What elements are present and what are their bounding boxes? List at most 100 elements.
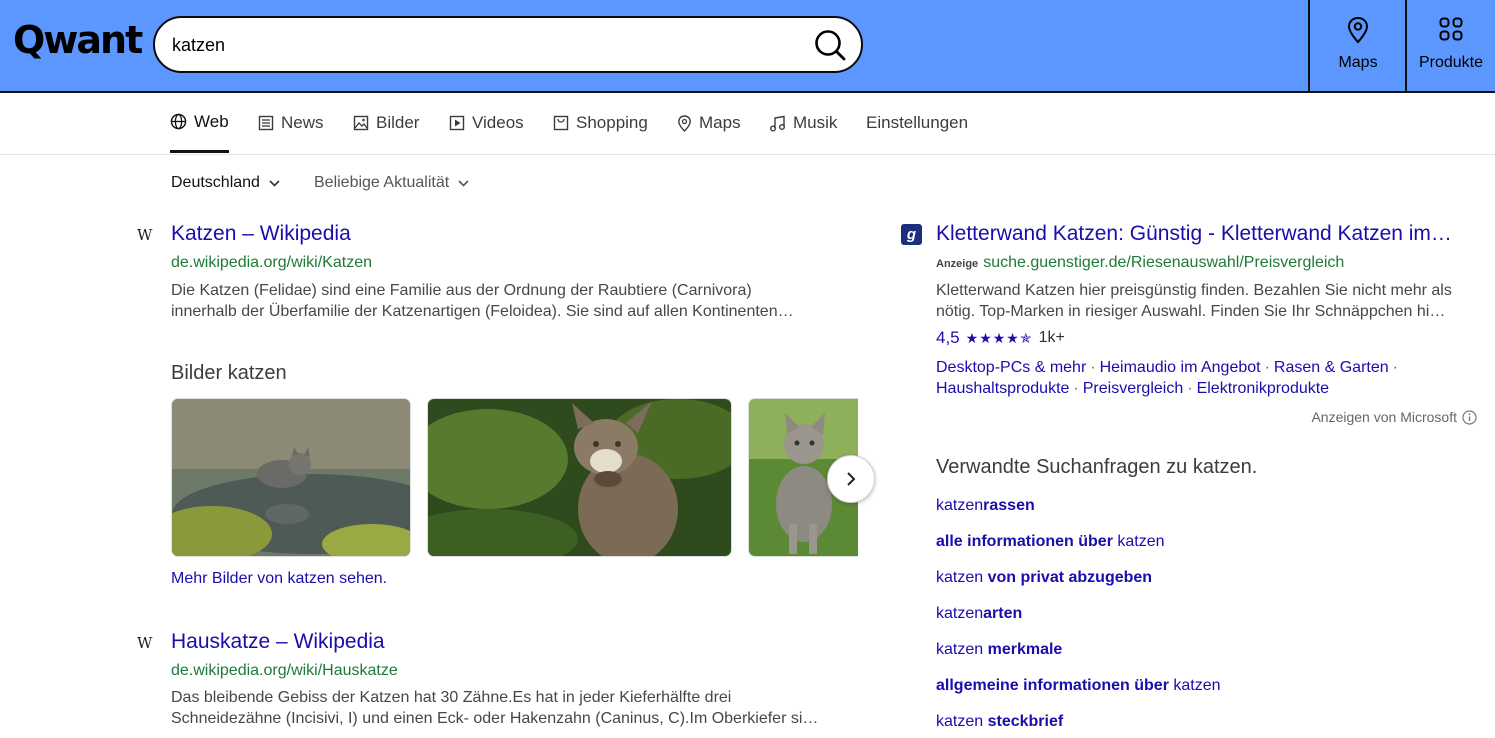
related-search-link[interactable]: katzen steckbrief — [936, 713, 1063, 731]
result-url[interactable]: de.wikipedia.org/wiki/Katzen — [171, 254, 372, 272]
search-icon — [815, 30, 846, 61]
maps-header-label: Maps — [1338, 54, 1378, 71]
images-heading: Bilder katzen — [171, 362, 287, 384]
carousel-next-button[interactable] — [827, 455, 875, 503]
related-search-link[interactable]: katzenarten — [936, 605, 1022, 623]
star-rating-icon: ★★★★✯ — [965, 329, 1033, 346]
result-snippet-line: Das bleibende Gebiss der Katzen hat 30 Z… — [171, 689, 732, 706]
ad-url-row[interactable]: Anzeige suche.guenstiger.de/Riesenauswahl… — [936, 254, 1344, 272]
wikipedia-icon: W — [137, 226, 153, 244]
related-search-link[interactable]: katzenrassen — [936, 497, 1035, 515]
advertiser-logo: g — [901, 224, 922, 245]
tab-news[interactable]: News — [258, 93, 324, 153]
tab-settings-label: Einstellungen — [866, 113, 969, 132]
ad-snippet-line: nötig. Top-Marken in riesiger Auswahl. F… — [936, 303, 1446, 320]
ad-snippet: Kletterwand Katzen hier preisgünstig fin… — [936, 280, 1491, 322]
related-search-text: katzen — [936, 497, 984, 514]
chevron-down-icon — [269, 179, 280, 187]
sitelink[interactable]: Preisvergleich — [1083, 380, 1183, 397]
search-button[interactable] — [813, 28, 847, 62]
related-search-link[interactable]: allgemeine informationen über katzen — [936, 677, 1221, 695]
tab-maps-label: Maps — [699, 113, 741, 132]
tab-maps[interactable]: Maps — [677, 93, 741, 153]
result-title[interactable]: Katzen – Wikipedia — [171, 222, 351, 246]
more-images-link[interactable]: Mehr Bilder von katzen sehen. — [171, 570, 387, 588]
ads-by-microsoft[interactable]: Anzeigen von Microsoft — [1311, 409, 1477, 425]
ad-sitelinks: Desktop-PCs & mehr · Heimaudio im Angebot ·… — [936, 359, 1398, 397]
tab-web-label: Web — [194, 111, 229, 131]
globe-icon — [170, 113, 187, 130]
related-search-text: katzen — [936, 713, 988, 730]
map-pin-icon — [1347, 16, 1369, 44]
wikipedia-icon: W — [137, 634, 153, 652]
image-thumbnail[interactable] — [427, 398, 732, 557]
related-searches-title: Verwandte Suchanfragen zu katzen. — [936, 456, 1258, 478]
image-carousel — [171, 398, 858, 558]
tab-news-label: News — [281, 113, 324, 132]
sitelink[interactable]: Heimaudio im Angebot — [1100, 359, 1261, 376]
tab-music-label: Musik — [793, 113, 838, 132]
tab-images[interactable]: Bilder — [353, 93, 419, 153]
result-snippet-line: Schneidezähne (Incisivi, I) und einen Ec… — [171, 710, 819, 727]
cat-photo-puddle — [172, 399, 410, 556]
result-title[interactable]: Hauskatze – Wikipedia — [171, 630, 385, 654]
related-search-link[interactable]: katzen von privat abzugeben — [936, 569, 1152, 587]
rating-value: 4,5 — [936, 328, 960, 347]
time-filter-label: Beliebige Aktualität — [314, 174, 450, 191]
related-search-highlight: allgemeine informationen über — [936, 677, 1169, 694]
sitelink[interactable]: Haushaltsprodukte — [936, 380, 1069, 397]
ad-rating: 4,5 ★★★★✯ 1k+ — [936, 328, 1065, 348]
tab-web[interactable]: Web — [170, 93, 229, 153]
tab-videos[interactable]: Videos — [449, 93, 524, 153]
sitelink[interactable]: Rasen & Garten — [1274, 359, 1389, 376]
related-search-text: katzen — [1112, 533, 1165, 550]
related-search-highlight: arten — [983, 605, 1023, 622]
related-search-text: katzen — [936, 569, 988, 586]
ads-by-label: Anzeigen von Microsoft — [1311, 409, 1457, 425]
related-search-text: katzen — [936, 641, 988, 658]
info-icon — [1462, 409, 1477, 425]
result-snippet: Die Katzen (Felidae) sind eine Familie a… — [171, 280, 851, 322]
products-header-label: Produkte — [1418, 54, 1484, 71]
chevron-down-icon — [458, 179, 469, 187]
map-pin-icon — [678, 114, 691, 132]
result-snippet-line: innerhalb der Überfamilie der Katzenarti… — [171, 303, 794, 320]
music-icon — [770, 115, 785, 131]
result-url[interactable]: de.wikipedia.org/wiki/Hauskatze — [171, 662, 398, 680]
ad-snippet-line: Kletterwand Katzen hier preisgünstig fin… — [936, 282, 1452, 299]
related-search-highlight: steckbrief — [987, 713, 1064, 730]
image-thumbnail[interactable] — [171, 398, 411, 557]
products-header-button[interactable]: Produkte — [1405, 0, 1495, 91]
sitelink[interactable]: Elektronikprodukte — [1197, 380, 1330, 397]
ad-url: suche.guenstiger.de/Riesenauswahl/Preisv… — [983, 254, 1345, 271]
news-icon — [258, 115, 274, 131]
tab-images-label: Bilder — [376, 113, 420, 132]
tab-shopping[interactable]: Shopping — [553, 93, 648, 153]
search-input[interactable] — [172, 30, 792, 60]
related-search-link[interactable]: katzen merkmale — [936, 641, 1062, 659]
tab-settings[interactable]: Einstellungen — [866, 93, 968, 153]
related-search-highlight: alle informationen über — [936, 533, 1113, 550]
qwant-logo[interactable]: Qwant — [13, 18, 143, 62]
search-box — [153, 16, 863, 73]
ad-title[interactable]: Kletterwand Katzen: Günstig - Kletterwan… — [936, 222, 1452, 246]
region-filter[interactable]: Deutschland — [171, 174, 280, 192]
related-search-highlight: rassen — [983, 497, 1035, 514]
tab-shopping-label: Shopping — [576, 113, 648, 132]
maps-header-button[interactable]: Maps — [1308, 0, 1406, 91]
time-filter[interactable]: Beliebige Aktualität — [314, 174, 469, 192]
result-snippet-line: Die Katzen (Felidae) sind eine Familie a… — [171, 282, 752, 299]
video-icon — [449, 115, 465, 131]
shopping-icon — [553, 115, 569, 131]
region-filter-label: Deutschland — [171, 174, 260, 191]
related-search-link[interactable]: alle informationen über katzen — [936, 533, 1165, 551]
sitelink[interactable]: Desktop-PCs & mehr — [936, 359, 1086, 376]
ad-badge: Anzeige — [936, 258, 979, 270]
search-tabs: Web News Bilder Videos Shopping Maps Mus… — [0, 93, 1495, 155]
related-search-highlight: von privat abzugeben — [987, 569, 1153, 586]
image-icon — [353, 115, 369, 131]
result-snippet: Das bleibende Gebiss der Katzen hat 30 Z… — [171, 687, 851, 729]
tab-music[interactable]: Musik — [769, 93, 837, 153]
chevron-right-icon — [847, 472, 856, 486]
header: Qwant Maps Produkte — [0, 0, 1495, 93]
